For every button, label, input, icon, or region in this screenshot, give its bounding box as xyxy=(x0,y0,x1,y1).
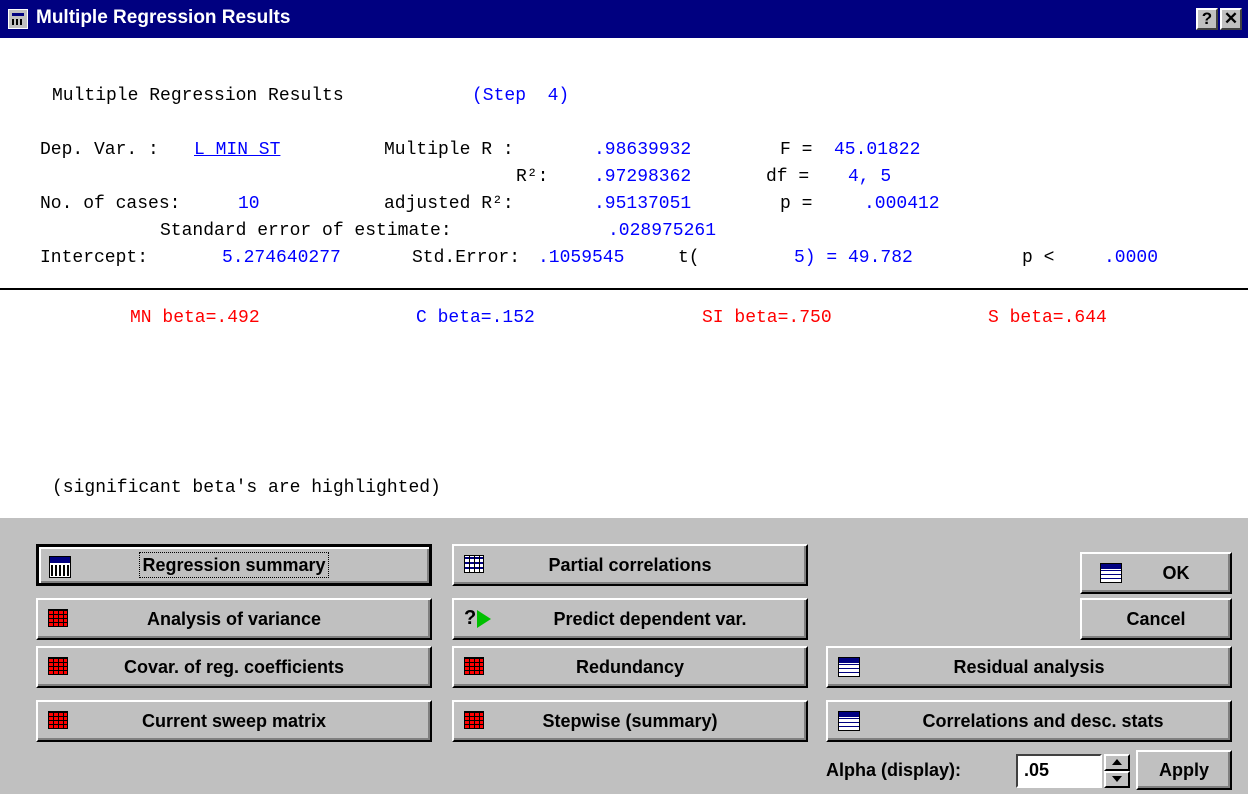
current-sweep-matrix-button[interactable]: Current sweep matrix xyxy=(36,700,432,742)
t-label: t( xyxy=(678,248,700,268)
question-arrow-icon: ? xyxy=(464,607,492,630)
std-error-value: .1059545 xyxy=(538,248,625,268)
app-icon[interactable] xyxy=(8,9,28,29)
sheet-icon xyxy=(838,711,860,731)
current-sweep-matrix-label: Current sweep matrix xyxy=(141,710,327,731)
help-button[interactable]: ? xyxy=(1196,8,1218,30)
redundancy-label: Redundancy xyxy=(575,656,685,677)
alpha-input[interactable]: .05 xyxy=(1016,754,1102,788)
f-label: F = xyxy=(780,140,813,160)
regression-summary-label: Regression summary xyxy=(139,551,329,578)
summary-table-icon xyxy=(49,556,71,578)
adj-r2-label: adjusted R²: xyxy=(384,194,514,214)
alpha-label: Alpha (display): xyxy=(826,760,962,780)
f-value: 45.01822 xyxy=(834,140,921,160)
residual-analysis-label: Residual analysis xyxy=(953,656,1105,677)
p2-label: p < xyxy=(1022,248,1055,268)
regression-summary-button[interactable]: Regression summary xyxy=(36,544,432,586)
spreadsheet-grid-icon xyxy=(48,657,68,675)
spreadsheet-grid-icon xyxy=(48,609,68,627)
beta-mn: MN beta=.492 xyxy=(130,308,260,328)
intercept-value: 5.274640277 xyxy=(222,248,341,268)
covar-reg-coefficients-label: Covar. of reg. coefficients xyxy=(123,656,345,677)
beta-c: C beta=.152 xyxy=(416,308,535,328)
apply-label: Apply xyxy=(1158,759,1209,780)
dep-var-label: Dep. Var. : xyxy=(40,140,159,160)
std-error-label: Std.Error: xyxy=(412,248,521,268)
cancel-button[interactable]: Cancel xyxy=(1080,598,1232,640)
analysis-of-variance-label: Analysis of variance xyxy=(146,608,322,629)
step-indicator: (Step 4) xyxy=(472,86,570,106)
predict-dependent-label: Predict dependent var. xyxy=(553,608,747,629)
adj-r2-value: .95137051 xyxy=(594,194,692,214)
close-button[interactable]: ✕ xyxy=(1220,8,1242,30)
covar-reg-coefficients-button[interactable]: Covar. of reg. coefficients xyxy=(36,646,432,688)
correlations-desc-stats-button[interactable]: Correlations and desc. stats xyxy=(826,700,1232,742)
spreadsheet-grid-icon xyxy=(464,555,484,573)
results-divider xyxy=(0,288,1248,290)
spin-down-arrow-icon[interactable] xyxy=(1104,771,1130,788)
predict-dependent-button[interactable]: ? Predict dependent var. xyxy=(452,598,808,640)
alpha-spinner xyxy=(1104,754,1130,788)
t-value: 5) = 49.782 xyxy=(794,248,913,268)
multiple-r-label: Multiple R : xyxy=(384,140,514,160)
cancel-label: Cancel xyxy=(1126,608,1186,629)
partial-correlations-button[interactable]: Partial correlations xyxy=(452,544,808,586)
cases-label: No. of cases: xyxy=(40,194,181,214)
std-err-est-value: .028975261 xyxy=(608,221,717,241)
p-label: p = xyxy=(780,194,813,214)
r2-label: R²: xyxy=(516,167,549,187)
spreadsheet-grid-icon xyxy=(464,657,484,675)
window-title: Multiple Regression Results xyxy=(36,7,291,28)
intercept-label: Intercept: xyxy=(40,248,149,268)
stepwise-summary-label: Stepwise (summary) xyxy=(542,710,718,731)
beta-si: SI beta=.750 xyxy=(702,308,832,328)
ok-button[interactable]: OK xyxy=(1080,552,1232,594)
redundancy-button[interactable]: Redundancy xyxy=(452,646,808,688)
dep-var-value[interactable]: L_MIN_ST xyxy=(194,140,280,160)
p2-value: .0000 xyxy=(1104,248,1159,268)
analysis-of-variance-button[interactable]: Analysis of variance xyxy=(36,598,432,640)
residual-analysis-button[interactable]: Residual analysis xyxy=(826,646,1232,688)
title-bar: Multiple Regression Results ? ✕ xyxy=(0,0,1248,38)
p-value: .000412 xyxy=(864,194,940,214)
apply-button[interactable]: Apply xyxy=(1136,750,1232,790)
spin-up-arrow-icon[interactable] xyxy=(1104,754,1130,771)
stepwise-summary-button[interactable]: Stepwise (summary) xyxy=(452,700,808,742)
beta-s: S beta=.644 xyxy=(988,308,1107,328)
multiple-r-value: .98639932 xyxy=(594,140,692,160)
correlations-desc-stats-label: Correlations and desc. stats xyxy=(922,710,1164,731)
spreadsheet-grid-icon xyxy=(48,711,68,729)
partial-correlations-label: Partial correlations xyxy=(548,554,712,575)
results-heading: Multiple Regression Results xyxy=(52,86,344,106)
r2-value: .97298362 xyxy=(594,167,692,187)
df-label: df = xyxy=(766,167,810,187)
cases-value: 10 xyxy=(238,194,260,214)
spreadsheet-grid-icon xyxy=(464,711,484,729)
sheet-icon xyxy=(838,657,860,677)
sheet-icon xyxy=(1100,563,1122,583)
significance-note: (significant beta's are highlighted) xyxy=(52,478,441,498)
std-err-est-label: Standard error of estimate: xyxy=(160,221,452,241)
df-value: 4, 5 xyxy=(848,167,892,187)
